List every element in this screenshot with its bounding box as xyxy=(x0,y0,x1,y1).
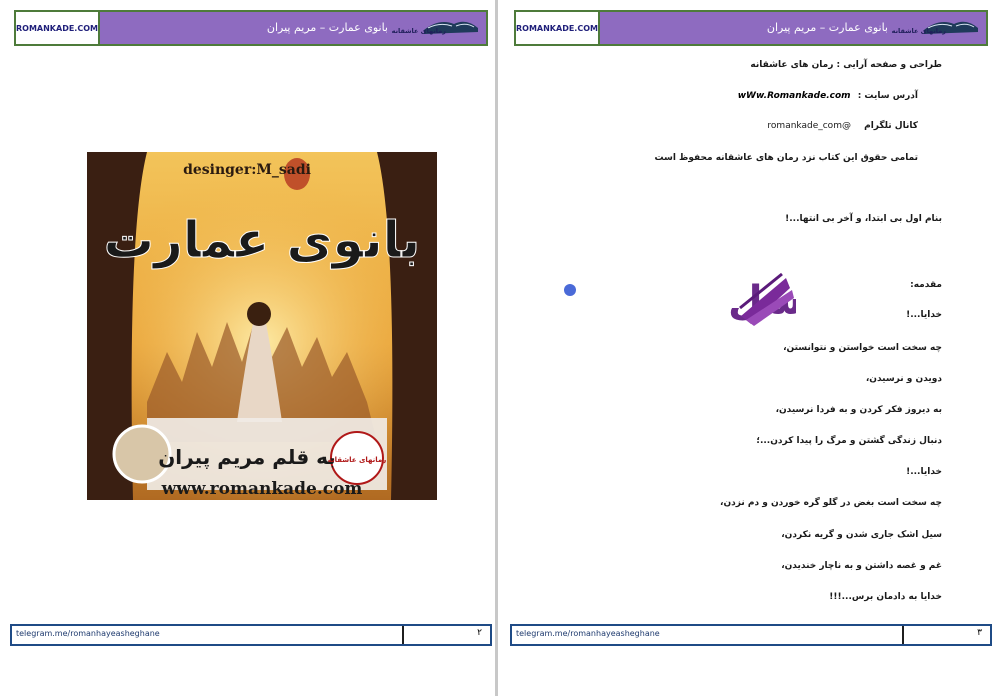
intro-line-10: خدایا به دادمان برس...!!! xyxy=(829,592,942,602)
intro-line-1: خدایا...! xyxy=(906,310,942,320)
footer-telegram-link[interactable]: telegram.me/romanhayeasheghane xyxy=(516,629,660,638)
intro-label: مقدمه: xyxy=(910,280,942,290)
page-number: ۳ xyxy=(977,628,982,638)
credits-telegram-label: کانال تلگرام xyxy=(864,121,918,131)
credits-telegram: کانال تلگرام @romankade_com xyxy=(767,121,918,131)
footer-telegram-link[interactable]: telegram.me/romanhayeasheghane xyxy=(16,629,160,638)
intro-line-7: چه سخت است بغض در گلو گره خوردن و دم نزد… xyxy=(720,498,942,508)
intro-block: مقدمه: خدایا...! چه سخت است خواستن و نتو… xyxy=(522,280,942,610)
intro-line-5: دنبال زندگی گشتن و مرگ را پیدا کردن...؛ xyxy=(756,436,942,446)
cover-url: www.romankade.com xyxy=(161,479,363,499)
intro-line-2: چه سخت است خواستن و نتوانستن، xyxy=(783,343,942,353)
credits-site-label: آدرس سایت : xyxy=(857,91,918,101)
credits-block: طراحی و صفحه آرایی : رمان های عاشقانه آد… xyxy=(522,60,942,230)
opening-line: بنام اول بی ابتدا، و آخر بی انتها...! xyxy=(785,214,942,224)
intro-line-3: دویدن و نرسیدن، xyxy=(865,374,942,384)
header-site: ROMANKADE.COM xyxy=(16,12,100,44)
opening-block: بنام اول بی ابتدا، و آخر بی انتها...! xyxy=(522,214,942,228)
page-number-box: ۲ xyxy=(402,626,490,644)
page-2: ROMANKADE.COM بانوی عمارت – مریم پیران ر… xyxy=(8,0,492,696)
intro-line-9: غم و غصه داشتن و به ناچار خندیدن، xyxy=(781,561,942,571)
page-number: ۲ xyxy=(477,628,482,638)
logo-text: رمانهای عاشقانه xyxy=(391,27,446,35)
page-number-box: ۳ xyxy=(902,626,990,644)
header-title: بانوی عمارت – مریم پیران xyxy=(266,21,388,34)
credits-rights: تمامی حقوق این کتاب نزد رمان های عاشقانه… xyxy=(654,153,918,163)
credits-site: آدرس سایت : wWw.Romankade.com xyxy=(738,91,918,101)
intro-line-8: سیل اشک جاری شدن و گریه نکردن، xyxy=(781,530,942,540)
header-bar: بانوی عمارت – مریم پیران رمانهای عاشقانه xyxy=(100,12,486,44)
logo-text: رمانهای عاشقانه xyxy=(891,27,946,35)
header-bar: بانوی عمارت – مریم پیران رمانهای عاشقانه xyxy=(600,12,986,44)
credits-design: طراحی و صفحه آرایی : رمان های عاشقانه xyxy=(750,60,942,70)
header-title: بانوی عمارت – مریم پیران xyxy=(766,21,888,34)
page-header: ROMANKADE.COM بانوی عمارت – مریم پیران ر… xyxy=(14,10,488,46)
page-footer: telegram.me/romanhayeasheghane ۳ xyxy=(510,624,992,646)
credits-site-url[interactable]: wWw.Romankade.com xyxy=(738,91,851,101)
page-header: ROMANKADE.COM بانوی عمارت – مریم پیران ر… xyxy=(514,10,988,46)
cover-badge-text: رمانهای عاشقانه xyxy=(328,456,387,464)
intro-line-6: خدایا...! xyxy=(906,467,942,477)
header-site: ROMANKADE.COM xyxy=(516,12,600,44)
cover-author: به قلم مریم پیران xyxy=(158,445,336,470)
credits-telegram-handle[interactable]: @romankade_com xyxy=(767,121,851,131)
page-footer: telegram.me/romanhayeasheghane ۲ xyxy=(10,624,492,646)
page-divider xyxy=(495,0,498,696)
intro-line-4: به دیروز فکر کردن و به فردا نرسیدن، xyxy=(775,405,942,415)
page-3: ROMANKADE.COM بانوی عمارت – مریم پیران ر… xyxy=(508,0,992,696)
cover-title: بانوی عمارت xyxy=(104,211,420,270)
book-cover-image: desinger:M_sadi بانوی عمارت به قلم مریم … xyxy=(87,152,437,500)
cover-designer: desinger:M_sadi xyxy=(183,162,311,178)
